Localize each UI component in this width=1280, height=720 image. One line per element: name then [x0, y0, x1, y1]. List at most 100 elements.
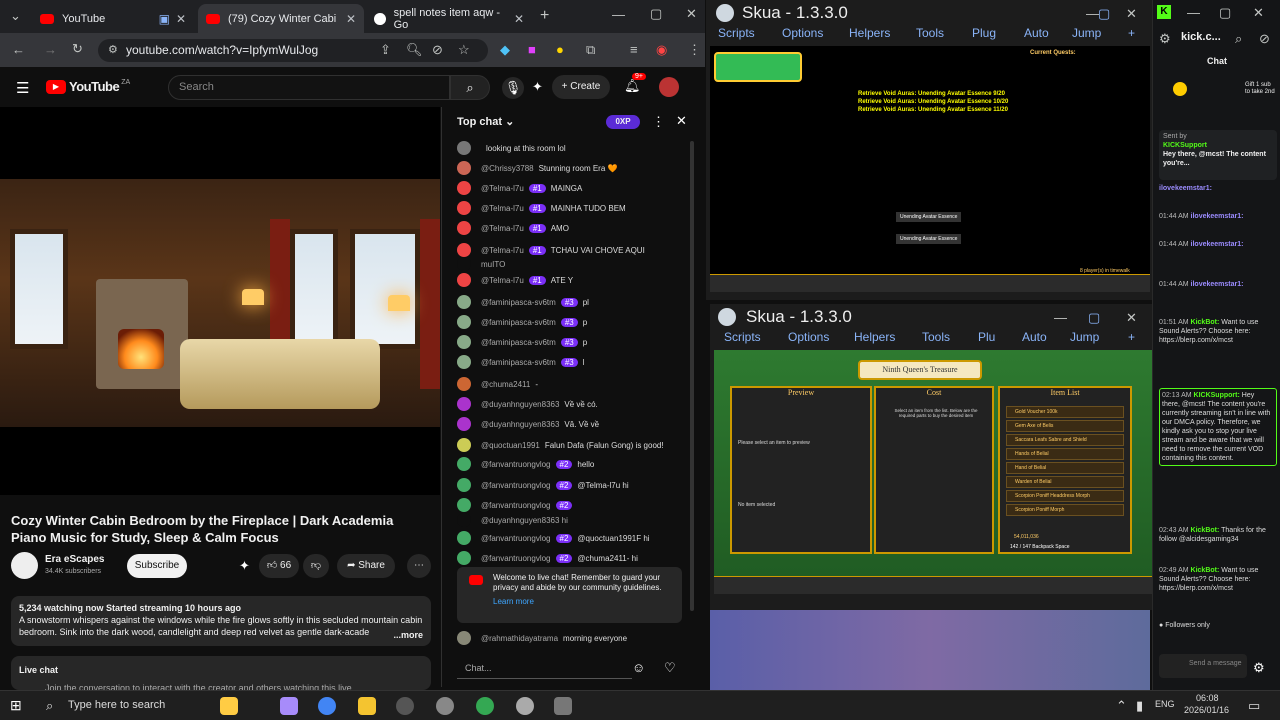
chrome-profile-icon[interactable]	[476, 697, 494, 715]
file-explorer-icon[interactable]	[358, 697, 376, 715]
skua-icon[interactable]	[516, 697, 534, 715]
video-player[interactable]	[0, 107, 440, 495]
zoom-icon[interactable]: 🔍︎	[406, 42, 423, 58]
close-chat-icon[interactable]: ✕	[676, 113, 687, 129]
gemini-icon[interactable]: ✦	[532, 79, 543, 95]
minimize-icon[interactable]: —	[1054, 310, 1067, 325]
chevron-down-icon[interactable]: ⌄	[502, 116, 514, 128]
sparkle-icon[interactable]: ✦	[239, 558, 250, 574]
author-name[interactable]: ilovekeemstar1:	[1191, 281, 1244, 288]
hamburger-menu-icon[interactable]: ☰	[16, 79, 29, 97]
search-input[interactable]: Search	[168, 75, 450, 100]
chat-input[interactable]: Chat...	[457, 657, 632, 679]
close-tab-icon[interactable]: ✕	[514, 12, 524, 26]
channel-name[interactable]: Era eScapes	[45, 554, 105, 565]
url-field[interactable]: ⚙ youtube.com/watch?v=IpfymWulJog	[98, 39, 488, 62]
bookmark-star-icon[interactable]: ☆	[458, 42, 470, 58]
notifications-bell-icon[interactable]: 🔔︎	[624, 78, 641, 94]
menu-auto[interactable]: Auto	[1022, 330, 1047, 344]
install-icon[interactable]: ⇪	[380, 42, 391, 58]
menu-add[interactable]: +	[1128, 330, 1135, 344]
tune-icon[interactable]: ⚙	[1159, 31, 1171, 47]
clock-time[interactable]: 06:08	[1196, 693, 1219, 703]
app-icon[interactable]	[436, 697, 454, 715]
menu-tools[interactable]: Tools	[916, 26, 944, 40]
shop-item[interactable]: Gold Voucher 100k	[1006, 406, 1124, 418]
settings-icon[interactable]	[554, 697, 572, 715]
menu-jump[interactable]: Jump	[1072, 26, 1101, 40]
chrome-icon[interactable]	[318, 697, 336, 715]
heart-icon[interactable]: ♡	[664, 660, 676, 676]
learn-more-link[interactable]: Learn more	[493, 597, 674, 607]
close-window-icon[interactable]: ✕	[686, 6, 697, 22]
windows-start-icon[interactable]: ⊞	[10, 697, 22, 714]
tab-youtube[interactable]: YouTube ▣ ✕	[32, 4, 194, 33]
author-name[interactable]: ilovekeemstar1:	[1191, 213, 1244, 220]
shop-item[interactable]: Gem Axe of Belis	[1006, 420, 1124, 432]
points-badge[interactable]: 0XP	[606, 115, 640, 129]
taskbar-search[interactable]: Type here to search	[68, 699, 165, 711]
menu-options[interactable]: Options	[788, 330, 829, 344]
close-tab-icon[interactable]: ✕	[346, 12, 356, 26]
menu-helpers[interactable]: Helpers	[854, 330, 895, 344]
maximize-icon[interactable]: ▢	[1088, 310, 1100, 326]
shop-item[interactable]: Hand of Belial	[1006, 462, 1124, 474]
zoom-icon[interactable]: ⌕	[1235, 31, 1242, 47]
create-button[interactable]: + Create	[552, 75, 610, 99]
tab-google-search[interactable]: spell notes item aqw - Go ✕	[366, 4, 532, 33]
author-name[interactable]: KickBot:	[1191, 567, 1220, 574]
menu-plu[interactable]: Plu	[978, 330, 995, 344]
menu-scripts[interactable]: Scripts	[718, 26, 755, 40]
maximize-icon[interactable]: ▢	[650, 6, 662, 22]
clock-date[interactable]: 2026/01/16	[1184, 705, 1229, 715]
extensions-puzzle-icon[interactable]: ⧉	[586, 42, 595, 58]
maximize-icon[interactable]: ▢	[1219, 5, 1231, 21]
news-widget-icon[interactable]	[220, 697, 238, 715]
microphone-icon[interactable]: ▮	[1136, 698, 1143, 714]
menu-jump[interactable]: Jump	[1070, 330, 1099, 344]
action-bar[interactable]	[714, 576, 1154, 594]
extension-2-icon[interactable]: ■	[528, 42, 536, 57]
author-name[interactable]: ilovekeemstar1:	[1191, 241, 1244, 248]
desc-more-link[interactable]: ...more	[393, 629, 423, 641]
menu-plug[interactable]: Plug	[972, 26, 996, 40]
minimize-icon[interactable]: —	[612, 7, 625, 22]
close-tab-icon[interactable]: ✕	[176, 12, 186, 26]
eye-slash-icon[interactable]: ⊘	[432, 42, 443, 58]
menu-helpers[interactable]: Helpers	[849, 26, 890, 40]
top-chat-dropdown[interactable]: Top chat	[457, 116, 502, 128]
eye-slash-icon[interactable]: ⊘	[1259, 31, 1270, 47]
menu-options[interactable]: Options	[782, 26, 823, 40]
extension-3-icon[interactable]: ●	[556, 42, 564, 57]
emoji-icon[interactable]: ☺	[632, 660, 645, 675]
author-name[interactable]: ilovekeemstar1:	[1159, 185, 1212, 192]
voice-search-icon[interactable]: 🎙︎	[502, 77, 524, 99]
chat-menu-icon[interactable]: ⋮	[652, 114, 665, 130]
shop-item[interactable]: Saccara Leafs Sabre and Shield	[1006, 434, 1124, 446]
back-icon[interactable]: ←	[12, 42, 25, 57]
kebab-menu-icon[interactable]: ⋮	[688, 42, 701, 58]
dislike-button[interactable]: 👎︎	[303, 554, 329, 578]
copilot-icon[interactable]	[280, 697, 298, 715]
shop-item[interactable]: Scorpion Poniff Headdress Morph	[1006, 490, 1124, 502]
extension-1-icon[interactable]: ◆	[500, 42, 510, 58]
close-window-icon[interactable]: ✕	[1253, 5, 1264, 21]
game-view[interactable]: Ninth Queen's Treasure Preview Please se…	[714, 350, 1154, 594]
site-info-icon[interactable]: ⚙	[108, 39, 118, 62]
drop-item[interactable]: Unending Avatar Essence	[896, 234, 962, 244]
close-window-icon[interactable]: ✕	[1126, 6, 1137, 22]
language-indicator[interactable]: ENG	[1155, 699, 1175, 709]
tab-search-icon[interactable]: ⌄	[10, 8, 21, 24]
like-button[interactable]: 👍︎ 66	[259, 554, 299, 578]
media-icon[interactable]: ≡	[630, 42, 638, 57]
new-tab-icon[interactable]: +	[540, 7, 549, 25]
channel-avatar[interactable]	[11, 552, 38, 579]
shop-item[interactable]: Warden of Belial	[1006, 476, 1124, 488]
share-button[interactable]: ➦ Share	[337, 554, 395, 578]
sub-gift-banner[interactable]	[1173, 82, 1233, 106]
maximize-icon[interactable]: ▢	[1098, 6, 1110, 22]
menu-add[interactable]: +	[1128, 26, 1135, 40]
message-input[interactable]: Send a message	[1159, 654, 1247, 678]
forward-icon[interactable]: →	[44, 42, 57, 57]
reload-icon[interactable]: ↻	[72, 41, 83, 57]
